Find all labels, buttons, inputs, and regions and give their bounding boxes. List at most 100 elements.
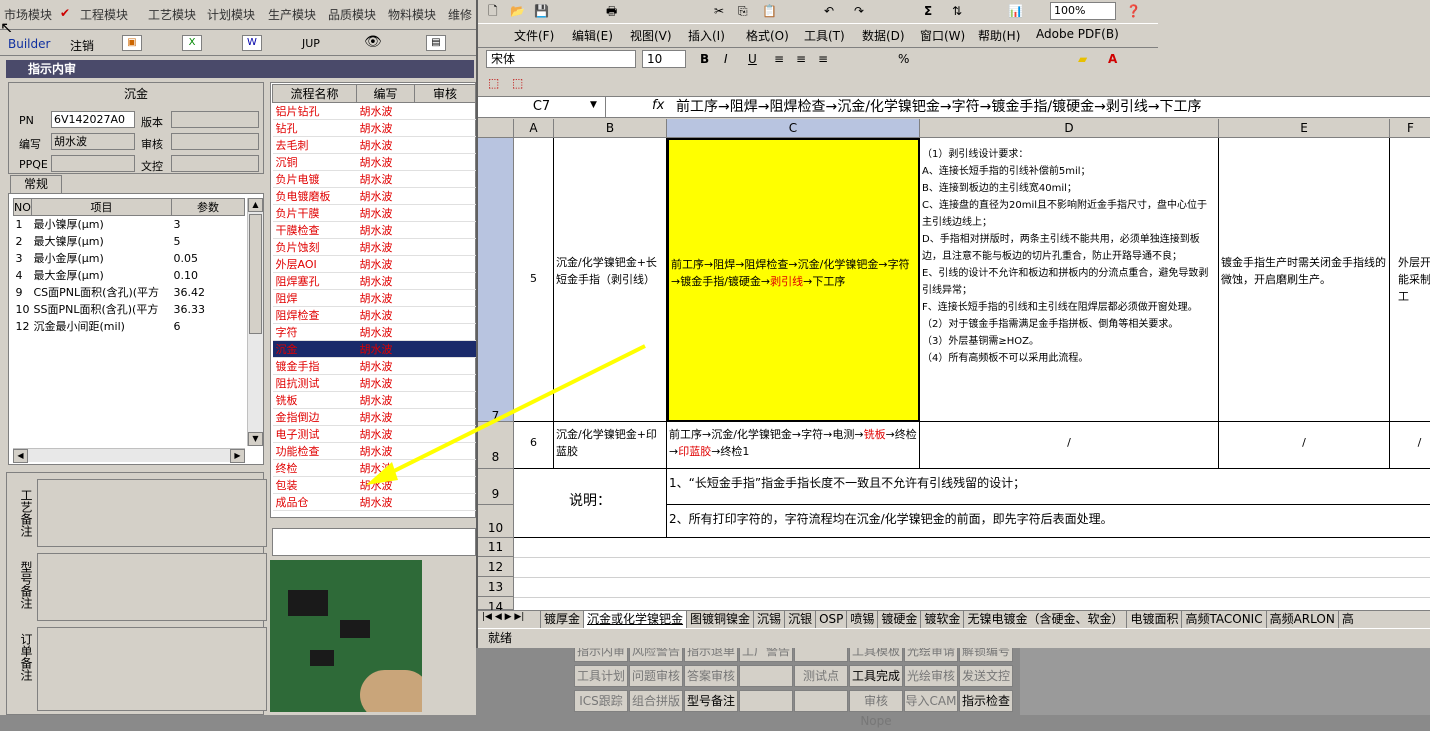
empty-rows[interactable]: [514, 538, 1430, 610]
row-header-12[interactable]: 12: [478, 557, 514, 577]
bottom-button[interactable]: 导入CAM: [904, 690, 958, 712]
process-row[interactable]: 沉金 胡水波: [272, 340, 476, 358]
align-center-icon[interactable]: ≡: [796, 50, 806, 70]
menu-file[interactable]: 文件(F): [514, 27, 554, 44]
row-header-10[interactable]: 10: [478, 505, 514, 538]
process-row[interactable]: 阻焊 胡水波: [272, 289, 476, 307]
cell-e8[interactable]: /: [1219, 422, 1390, 469]
excel-icon[interactable]: X: [182, 35, 202, 51]
bottom-button[interactable]: 光绘审核: [904, 665, 958, 687]
sheet-tab[interactable]: 高频ARLON: [1265, 611, 1338, 628]
sheet-tab[interactable]: OSP: [815, 611, 846, 628]
cell-note-1[interactable]: 1、“长短金手指”指金手指长度不一致且不允许有引线残留的设计；: [667, 469, 1430, 505]
process-row[interactable]: 外层AOI 胡水波: [272, 255, 476, 273]
bottom-button[interactable]: 答案审核: [684, 665, 738, 687]
font-color-icon[interactable]: A: [1108, 50, 1117, 70]
formula-input[interactable]: 前工序→阻焊→阻焊检查→沉金/化学镍钯金→字符→镀金手指/镀硬金→剥引线→下工序: [676, 97, 1426, 117]
bottom-button[interactable]: 指示检查: [959, 690, 1013, 712]
param-row[interactable]: 12 沉金最小间距(mil) 6: [14, 318, 245, 335]
chart-icon[interactable]: 📊: [1008, 2, 1023, 22]
col-value[interactable]: 参数: [171, 198, 245, 216]
col-process-review[interactable]: 审核: [414, 84, 476, 103]
process-row[interactable]: 钻孔 胡水波: [272, 119, 476, 137]
database-icon[interactable]: ▤: [426, 35, 446, 51]
process-row[interactable]: 电子测试 胡水波: [272, 425, 476, 443]
autosum-icon[interactable]: Σ: [924, 2, 932, 22]
col-process-author[interactable]: 编写: [356, 84, 415, 103]
bottom-button[interactable]: [739, 665, 793, 687]
doc-field[interactable]: [171, 155, 259, 172]
process-row[interactable]: 阻焊塞孔 胡水波: [272, 272, 476, 290]
process-row[interactable]: 铝片钻孔 胡水波: [272, 102, 476, 120]
eye-icon[interactable]: 👁: [364, 34, 382, 50]
param-row[interactable]: 10 SS面PNL面积(含孔)(平方 36.33: [14, 301, 245, 318]
menu-format[interactable]: 格式(O): [746, 27, 789, 44]
bold-icon[interactable]: B: [700, 50, 709, 70]
col-process-name[interactable]: 流程名称: [272, 84, 357, 103]
paste-icon[interactable]: 📋: [762, 2, 777, 22]
process-row[interactable]: 字符 胡水波: [272, 323, 476, 341]
jup-button[interactable]: JUP: [302, 37, 320, 50]
cell-note-label[interactable]: 说明：: [514, 469, 667, 538]
cell-c8[interactable]: 前工序→沉金/化学镍钯金→字符→电测→铣板→终检→印蓝胶→终检1: [667, 422, 920, 469]
cell-d7[interactable]: （1）剥引线设计要求： A、连接长短手指的引线补偿前5mil； B、连接到板边的主引…: [920, 138, 1219, 422]
author-field[interactable]: 胡水波: [51, 133, 135, 150]
name-box[interactable]: C7: [478, 97, 606, 117]
align-left-icon[interactable]: ≡: [774, 50, 784, 70]
sheet-tab[interactable]: 沉锡: [753, 611, 784, 628]
tab-general[interactable]: 常规: [10, 175, 62, 193]
cell-b8[interactable]: 沉金/化学镍钯金+印蓝胶: [554, 422, 667, 469]
col-header-e[interactable]: E: [1219, 119, 1390, 138]
undo-icon[interactable]: ↶: [824, 2, 834, 22]
scroll-left-icon[interactable]: ◀: [13, 449, 28, 463]
pdf-settings-icon[interactable]: ⬚: [512, 74, 523, 94]
redo-icon[interactable]: ↷: [854, 2, 864, 22]
menu-repair[interactable]: 维修: [448, 6, 472, 23]
function-icon[interactable]: fx: [652, 98, 664, 113]
sheet-tab[interactable]: 高: [1337, 611, 1357, 628]
sheet-tab[interactable]: 无镍电镀金（含硬金、软金）: [963, 611, 1126, 628]
builder-button[interactable]: Builder: [8, 37, 50, 51]
cell-a8[interactable]: 6: [514, 422, 554, 469]
cell-e7[interactable]: 镀金手指生产时需关闭金手指线的微蚀，开启磨刷生产。: [1219, 138, 1390, 422]
param-row[interactable]: 9 CS面PNL面积(含孔)(平方 36.42: [14, 284, 245, 301]
bottom-button[interactable]: 型号备注: [684, 690, 738, 712]
bottom-button[interactable]: 工具计划: [574, 665, 628, 687]
sheet-tab[interactable]: 镀硬金: [877, 611, 920, 628]
row-header-7[interactable]: 7: [478, 138, 514, 423]
process-row[interactable]: 负电镀磨板 胡水波: [272, 187, 476, 205]
help-icon[interactable]: ❓: [1126, 2, 1141, 22]
process-row[interactable]: 负片蚀刻 胡水波: [272, 238, 476, 256]
menu-adobe-pdf[interactable]: Adobe PDF(B): [1036, 27, 1119, 41]
process-row[interactable]: 镀金手指 胡水波: [272, 357, 476, 375]
font-name-select[interactable]: 宋体: [486, 50, 636, 68]
image-icon[interactable]: ▣: [122, 35, 142, 51]
print-icon[interactable]: 🖶: [606, 2, 617, 22]
row-header-9[interactable]: 9: [478, 469, 514, 505]
row-header-8[interactable]: 8: [478, 422, 514, 469]
process-row[interactable]: 负片干膜 胡水波: [272, 204, 476, 222]
bottom-button[interactable]: 工具完成: [849, 665, 903, 687]
process-row[interactable]: 金指倒边 胡水波: [272, 408, 476, 426]
tab-nav-icons[interactable]: |◀ ◀ ▶ ▶|: [482, 612, 524, 622]
bottom-button[interactable]: 测试点: [794, 665, 848, 687]
bottom-button[interactable]: 组合拼版: [629, 690, 683, 712]
scroll-thumb[interactable]: [249, 214, 262, 334]
sheet-tab[interactable]: 图镀铜镍金: [686, 611, 753, 628]
percent-icon[interactable]: %: [898, 50, 909, 70]
bottom-button[interactable]: 问题审核: [629, 665, 683, 687]
bottom-button[interactable]: [794, 690, 848, 712]
menu-edit[interactable]: 编辑(E): [572, 27, 613, 44]
menu-plan[interactable]: 计划模块: [207, 6, 255, 23]
process-detail-field[interactable]: [272, 528, 476, 556]
menu-help[interactable]: 帮助(H): [978, 27, 1020, 44]
menu-tools[interactable]: 工具(T): [804, 27, 845, 44]
new-icon[interactable]: 🗋: [488, 2, 498, 22]
col-header-c[interactable]: C: [667, 119, 920, 138]
row-header-14[interactable]: 14: [478, 597, 514, 610]
review-field[interactable]: [171, 133, 259, 150]
col-item[interactable]: 项目: [31, 198, 172, 216]
menu-view[interactable]: 视图(V): [630, 27, 672, 44]
params-hscrollbar[interactable]: ◀ ▶: [13, 448, 245, 463]
process-row[interactable]: 成品仓 胡水波: [272, 493, 476, 511]
